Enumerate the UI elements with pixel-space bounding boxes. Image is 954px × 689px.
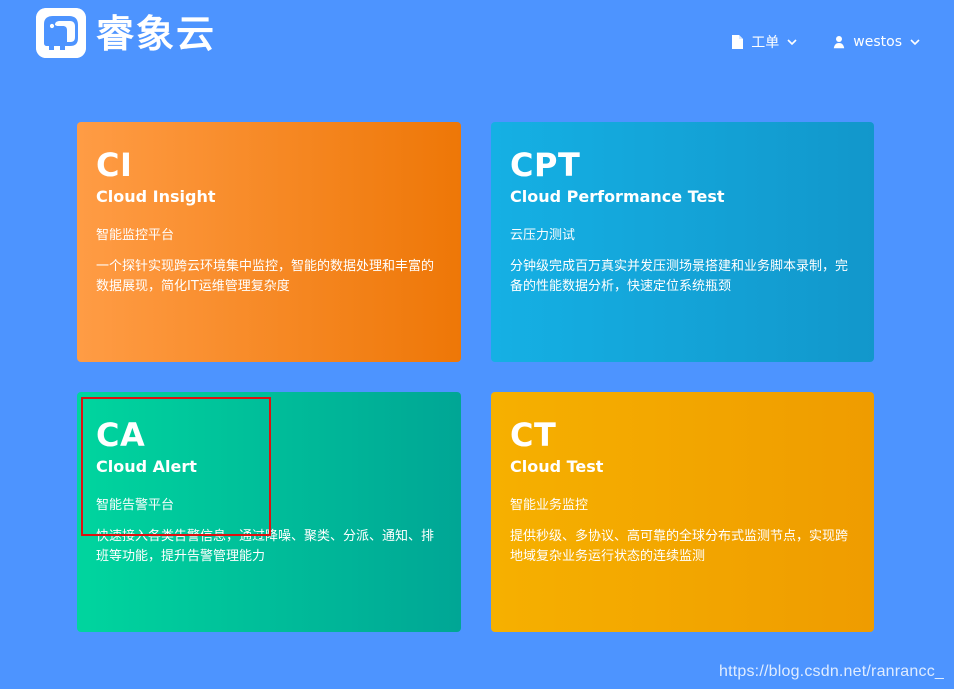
- card-subtitle: 智能业务监控: [510, 497, 589, 513]
- workorder-label: 工单: [751, 35, 780, 51]
- brand-name: 睿象云: [96, 12, 217, 56]
- card-cloud-alert[interactable]: CA Cloud Alert 智能告警平台 快速接入各类告警信息，通过降噪、聚类…: [77, 392, 461, 632]
- card-cloud-insight[interactable]: CI Cloud Insight 智能监控平台 一个探针实现跨云环境集中监控，智…: [77, 122, 461, 362]
- card-description: 快速接入各类告警信息，通过降噪、聚类、分派、通知、排班等功能，提升告警管理能力: [96, 528, 435, 565]
- workorder-menu[interactable]: 工单: [731, 32, 797, 52]
- card-code: CA: [96, 416, 146, 454]
- card-code: CI: [96, 146, 133, 184]
- user-menu[interactable]: westos: [833, 34, 920, 50]
- card-name: Cloud Test: [510, 456, 604, 476]
- elephant-logo-icon: [36, 8, 86, 58]
- user-icon: [833, 35, 845, 49]
- card-subtitle: 智能告警平台: [96, 497, 175, 513]
- card-subtitle: 智能监控平台: [96, 227, 175, 243]
- chevron-down-icon: [787, 38, 797, 46]
- card-name: Cloud Insight: [96, 186, 216, 206]
- card-code: CT: [510, 416, 557, 454]
- card-code: CPT: [510, 146, 581, 184]
- chevron-down-icon: [910, 38, 920, 46]
- top-navigation: 工单 westos: [731, 32, 920, 52]
- user-name: westos: [853, 34, 902, 50]
- document-icon: [731, 35, 744, 49]
- watermark: https://blog.csdn.net/ranrancc_: [719, 663, 944, 680]
- card-cloud-test[interactable]: CT Cloud Test 智能业务监控 提供秒级、多协议、高可靠的全球分布式监…: [491, 392, 874, 632]
- card-name: Cloud Alert: [96, 456, 197, 476]
- product-cards: CI Cloud Insight 智能监控平台 一个探针实现跨云环境集中监控，智…: [77, 122, 874, 632]
- card-subtitle: 云压力测试: [510, 227, 576, 243]
- card-description: 一个探针实现跨云环境集中监控，智能的数据处理和丰富的数据展现，简化IT运维管理复…: [96, 258, 435, 295]
- card-description: 提供秒级、多协议、高可靠的全球分布式监测节点，实现跨地域复杂业务运行状态的连续监…: [510, 528, 849, 565]
- card-name: Cloud Performance Test: [510, 186, 725, 206]
- card-description: 分钟级完成百万真实并发压测场景搭建和业务脚本录制，完备的性能数据分析，快速定位系…: [510, 258, 849, 295]
- card-cloud-performance-test[interactable]: CPT Cloud Performance Test 云压力测试 分钟级完成百万…: [491, 122, 874, 362]
- brand-logo[interactable]: 睿象云: [36, 8, 216, 58]
